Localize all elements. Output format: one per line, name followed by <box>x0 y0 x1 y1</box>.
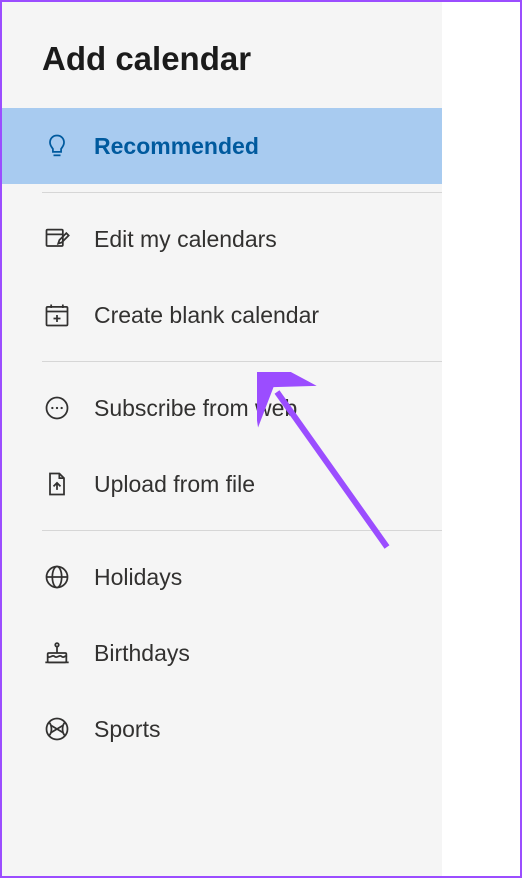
edit-calendar-icon <box>42 224 72 254</box>
menu-label: Create blank calendar <box>94 302 319 329</box>
globe-icon <box>42 562 72 592</box>
window-frame: Add calendar Recommended <box>0 0 522 878</box>
menu-item-upload-file[interactable]: Upload from file <box>2 446 442 522</box>
menu-label: Upload from file <box>94 471 255 498</box>
menu-label: Subscribe from web <box>94 395 297 422</box>
add-calendar-panel: Add calendar Recommended <box>2 2 442 876</box>
panel-header: Add calendar <box>2 2 442 108</box>
menu-item-edit-calendars[interactable]: Edit my calendars <box>2 201 442 277</box>
menu-item-recommended[interactable]: Recommended <box>2 108 442 184</box>
divider <box>42 530 442 531</box>
menu-item-subscribe-web[interactable]: Subscribe from web <box>2 370 442 446</box>
upload-file-icon <box>42 469 72 499</box>
menu-label: Holidays <box>94 564 182 591</box>
menu-item-holidays[interactable]: Holidays <box>2 539 442 615</box>
divider <box>42 361 442 362</box>
menu-label: Birthdays <box>94 640 190 667</box>
web-icon <box>42 393 72 423</box>
menu-label: Recommended <box>94 133 259 160</box>
lightbulb-icon <box>42 131 72 161</box>
page-title: Add calendar <box>42 40 402 78</box>
cake-icon <box>42 638 72 668</box>
sports-icon <box>42 714 72 744</box>
divider <box>42 192 442 193</box>
menu-item-birthdays[interactable]: Birthdays <box>2 615 442 691</box>
menu-item-sports[interactable]: Sports <box>2 691 442 767</box>
menu-label: Sports <box>94 716 160 743</box>
menu-list: Recommended Edit my calendars <box>2 108 442 767</box>
menu-item-create-blank[interactable]: Create blank calendar <box>2 277 442 353</box>
create-calendar-icon <box>42 300 72 330</box>
menu-label: Edit my calendars <box>94 226 277 253</box>
